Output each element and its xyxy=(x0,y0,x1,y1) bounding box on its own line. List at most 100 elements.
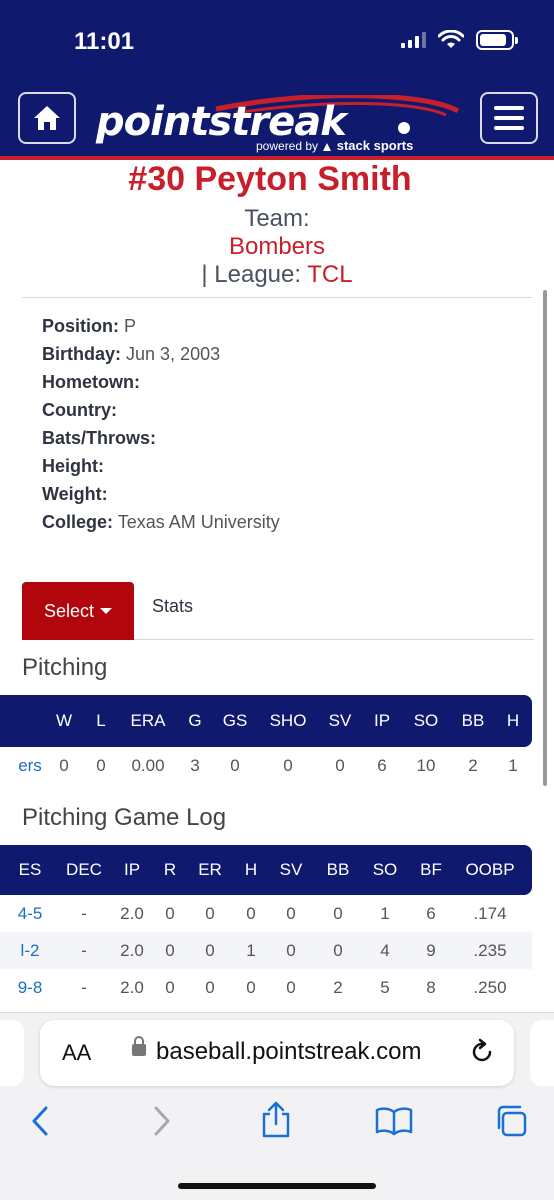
tabs-icon[interactable] xyxy=(494,1104,528,1138)
select-dropdown-tab[interactable]: Select xyxy=(22,582,134,640)
table-cell: 0 xyxy=(286,904,296,923)
table-cell: 0 xyxy=(333,941,343,960)
pitching-title: Pitching xyxy=(22,654,108,681)
table-cell: 0 xyxy=(246,904,256,923)
table-cell: 0 xyxy=(205,978,215,997)
column-header[interactable]: SO xyxy=(373,860,398,880)
wifi-icon xyxy=(438,30,464,48)
table-cell: - xyxy=(81,978,87,997)
column-header[interactable]: BB xyxy=(327,860,350,880)
table-row: 4-5 - 2.0 0 0 0 0 0 1 6 .174 xyxy=(0,895,532,932)
home-indicator xyxy=(178,1183,376,1189)
column-header[interactable]: DEC xyxy=(66,860,102,880)
share-icon[interactable] xyxy=(260,1100,292,1138)
player-name: #30 Peyton Smith xyxy=(128,160,412,198)
table-cell: 6 xyxy=(426,904,436,923)
pitching-table-header: W L ERA G GS SHO SV IP SO BB H xyxy=(0,695,532,747)
column-header[interactable]: SO xyxy=(414,711,439,731)
page-scrollbar[interactable] xyxy=(543,290,547,786)
table-cell: 0 xyxy=(230,756,240,775)
table-cell: 0 xyxy=(286,941,296,960)
column-header[interactable]: ERA xyxy=(131,711,166,731)
column-header[interactable]: H xyxy=(507,711,519,731)
table-cell: 6 xyxy=(377,756,387,775)
column-header[interactable]: IP xyxy=(124,860,140,880)
table-cell: 2.0 xyxy=(120,978,144,997)
column-header[interactable]: OOBP xyxy=(465,860,514,880)
table-cell: .250 xyxy=(473,978,507,997)
column-header[interactable]: GS xyxy=(223,711,248,731)
column-header[interactable]: SV xyxy=(280,860,303,880)
table-cell: 0.00 xyxy=(131,756,165,775)
table-cell: 9 xyxy=(426,941,436,960)
pointstreak-logo[interactable]: pointstreak powered by stack sports xyxy=(96,95,466,157)
reload-icon[interactable] xyxy=(468,1038,496,1066)
column-header[interactable]: L xyxy=(96,711,105,731)
table-cell: 2.0 xyxy=(120,941,144,960)
column-header[interactable]: H xyxy=(245,860,257,880)
home-button[interactable] xyxy=(18,92,76,144)
divider xyxy=(22,297,532,298)
table-cell: 1 xyxy=(246,941,256,960)
battery-icon xyxy=(476,30,518,50)
game-score-link[interactable]: 4-5 xyxy=(18,904,43,924)
table-cell: 0 xyxy=(165,978,175,997)
column-header[interactable]: SHO xyxy=(270,711,307,731)
team-link[interactable]: Bombers xyxy=(0,233,554,261)
column-header[interactable]: R xyxy=(164,860,176,880)
back-icon[interactable] xyxy=(28,1104,54,1138)
table-cell: 0 xyxy=(283,756,293,775)
menu-button[interactable] xyxy=(480,92,538,144)
table-row: ers 0 0 0.00 3 0 0 0 6 10 2 1 xyxy=(0,756,532,786)
app-header: 11:01 pointstreak powered by stack sport… xyxy=(0,0,554,160)
reader-options-button[interactable]: AA xyxy=(62,1040,91,1066)
address-bar[interactable]: AA baseball.pointstreak.com xyxy=(40,1020,514,1086)
table-cell: 3 xyxy=(190,756,200,775)
table-cell: 5 xyxy=(380,978,390,997)
league-line: | League: TCL xyxy=(0,261,554,289)
column-header[interactable]: IP xyxy=(374,711,390,731)
table-cell: .235 xyxy=(473,941,507,960)
bookmarks-icon[interactable] xyxy=(375,1106,413,1136)
game-score-link[interactable]: l-2 xyxy=(21,941,40,961)
column-header[interactable]: SV xyxy=(329,711,352,731)
table-cell: 0 xyxy=(335,756,345,775)
table-row: 9-8 - 2.0 0 0 0 0 2 5 8 .250 xyxy=(0,969,532,1006)
tab-stats[interactable]: Stats xyxy=(152,596,193,617)
table-cell: - xyxy=(81,904,87,923)
home-icon xyxy=(34,106,60,130)
table-row: l-2 - 2.0 0 0 1 0 0 4 9 .235 xyxy=(0,932,532,969)
bio-row-country: Country: xyxy=(42,400,117,420)
bio-row-college: College: Texas AM University xyxy=(42,512,280,532)
league-link[interactable]: TCL xyxy=(307,261,352,288)
column-header[interactable]: BF xyxy=(420,860,442,880)
league-label: | League: xyxy=(201,261,302,288)
game-log-title: Pitching Game Log xyxy=(22,804,227,831)
table-cell: 8 xyxy=(426,978,436,997)
stack-sports-icon xyxy=(323,142,332,151)
next-tab-card[interactable] xyxy=(530,1020,554,1086)
game-score-link[interactable]: 9-8 xyxy=(18,978,43,998)
url-text[interactable]: baseball.pointstreak.com xyxy=(156,1038,421,1066)
forward-icon[interactable] xyxy=(148,1104,174,1138)
table-cell: 0 xyxy=(205,941,215,960)
column-header[interactable]: W xyxy=(56,711,72,731)
column-header[interactable]: ER xyxy=(198,860,222,880)
column-header[interactable]: BB xyxy=(462,711,485,731)
table-cell: 0 xyxy=(205,904,215,923)
team-link[interactable]: ers xyxy=(18,756,42,776)
table-cell: 0 xyxy=(246,978,256,997)
table-cell: 0 xyxy=(286,978,296,997)
column-header[interactable]: ES xyxy=(19,860,42,880)
bio-row-bats-throws: Bats/Throws: xyxy=(42,428,157,448)
table-cell: 0 xyxy=(333,904,343,923)
table-cell: 0 xyxy=(96,756,106,775)
table-cell: 0 xyxy=(59,756,69,775)
bio-row-weight: Weight: xyxy=(42,484,108,504)
caret-down-icon xyxy=(100,608,113,614)
previous-tab-card[interactable] xyxy=(0,1020,24,1086)
bio-row-position: Position: P xyxy=(42,316,137,336)
table-cell: 0 xyxy=(165,941,175,960)
table-cell: 1 xyxy=(508,756,518,775)
column-header[interactable]: G xyxy=(188,711,201,731)
